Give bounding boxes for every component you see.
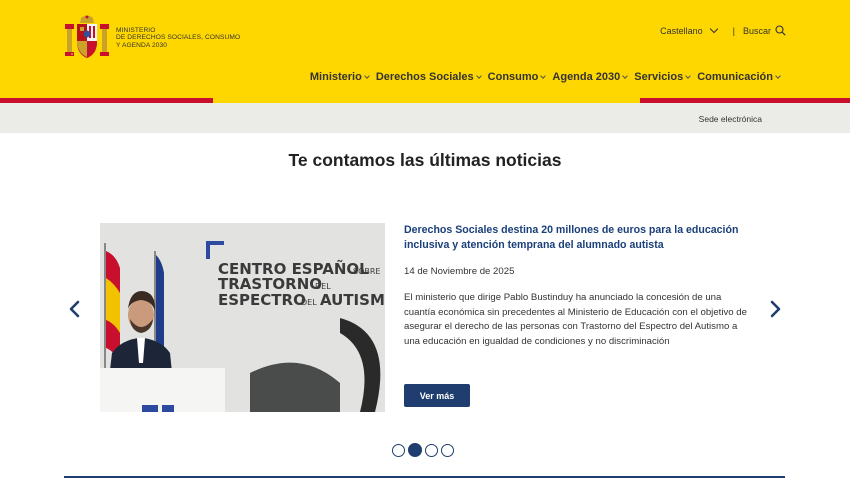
language-label: Castellano — [660, 25, 703, 36]
sign-line-3-small: DEL — [301, 298, 317, 307]
site-header: Ministerio de Derechos Sociales, Consumo… — [0, 0, 850, 98]
chevron-down-icon — [475, 72, 482, 79]
carousel-dot-2[interactable] — [408, 443, 422, 457]
carousel-pagination — [392, 443, 457, 457]
chevron-down-icon — [622, 72, 629, 79]
carousel-prev-button[interactable] — [67, 300, 83, 318]
chevron-down-icon — [540, 72, 547, 79]
chevron-down-icon — [685, 72, 692, 79]
news-title-link[interactable]: Derechos Sociales destina 20 millones de… — [404, 223, 754, 253]
carousel-dot-1[interactable] — [392, 443, 405, 457]
separator: | — [732, 25, 735, 36]
nav-item-ministerio[interactable]: Ministerio — [310, 71, 370, 83]
ministry-name: Ministerio de Derechos Sociales, Consumo… — [116, 27, 241, 49]
section-title: Te contamos las últimas noticias — [288, 150, 562, 170]
news-content: Derechos Sociales destina 20 millones de… — [404, 223, 754, 349]
chevron-down-icon — [709, 24, 718, 34]
news-description: El ministerio que dirige Pablo Bustinduy… — [404, 292, 747, 347]
nav-item-agenda-2030[interactable]: Agenda 2030 — [552, 71, 629, 83]
search-button[interactable]: Buscar — [743, 25, 786, 36]
chevron-down-icon — [775, 72, 781, 79]
sign-line-2-small: DEL — [315, 282, 331, 291]
ministry-logo[interactable]: Ministerio de Derechos Sociales, Consumo… — [64, 14, 240, 62]
news-date: 14 de Noviembre de 2025 — [404, 266, 515, 277]
nav-item-servicios[interactable]: Servicios — [634, 71, 692, 83]
chevron-down-icon — [363, 72, 370, 79]
sede-electronica-link[interactable]: Sede electrónica — [699, 114, 762, 124]
nav-item-derechos-sociales[interactable]: Derechos Sociales — [376, 71, 482, 83]
main-navigation: Ministerio Derechos Sociales Consumo Age… — [303, 71, 781, 83]
coat-of-arms-icon — [65, 15, 109, 58]
chevron-right-icon — [770, 300, 781, 318]
carousel-dot-3[interactable] — [425, 443, 438, 457]
sign-line-3: ESPECTRO — [218, 291, 306, 309]
language-selector[interactable]: Castellano — [660, 24, 718, 36]
news-photo: CENTRO ESPAÑOL SOBRE TRASTORNO DEL ESPEC… — [100, 223, 385, 412]
read-more-button[interactable]: Ver más — [404, 384, 470, 407]
sub-bar: Sede electrónica — [0, 103, 850, 133]
news-image[interactable]: CENTRO ESPAÑOL SOBRE TRASTORNO DEL ESPEC… — [100, 223, 385, 412]
search-icon — [775, 25, 786, 36]
search-label: Buscar — [742, 25, 771, 36]
nav-item-consumo[interactable]: Consumo — [488, 71, 547, 83]
sign-line-3-end: AUTISMO — [320, 291, 385, 309]
chevron-left-icon — [69, 300, 80, 318]
nav-item-comunicacion[interactable]: Comunicación — [697, 71, 781, 83]
carousel-dot-4[interactable] — [441, 443, 454, 457]
sign-line-1-small: SOBRE — [353, 267, 380, 276]
utility-bar: Castellano | Buscar — [660, 24, 786, 36]
carousel-next-button[interactable] — [767, 300, 783, 318]
